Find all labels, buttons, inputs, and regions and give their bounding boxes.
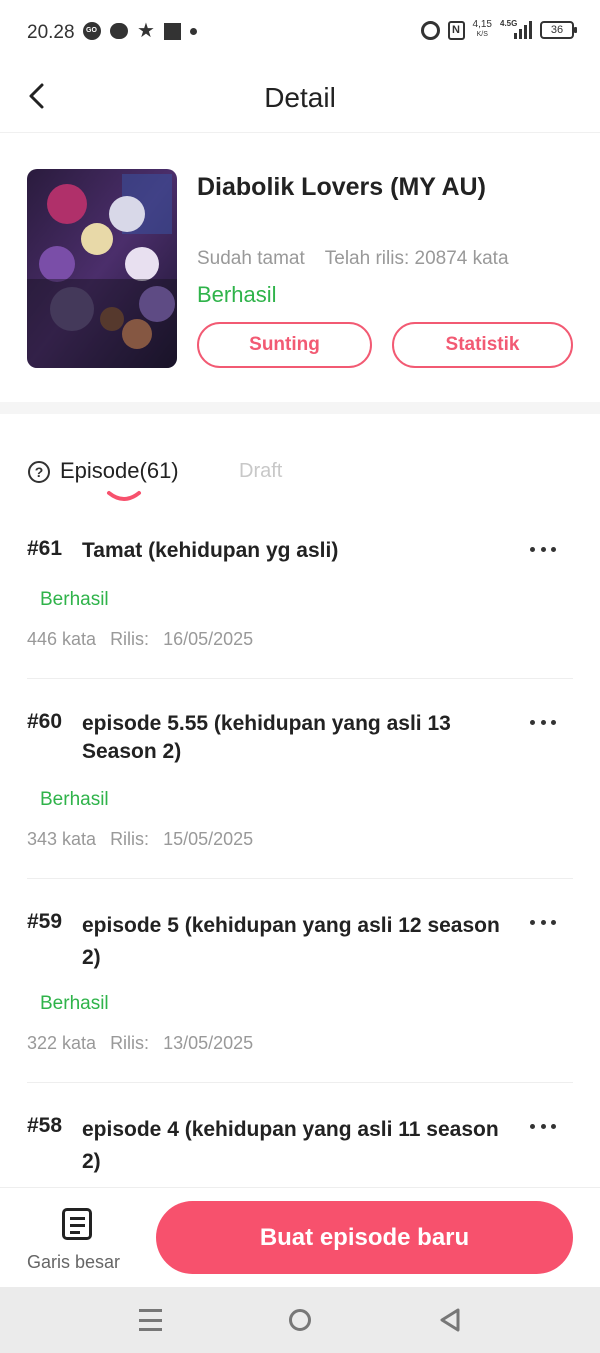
new-episode-button[interactable]: Buat episode baru: [156, 1201, 573, 1274]
tab-episode[interactable]: Episode(61): [60, 458, 179, 484]
episode-release-label: Rilis:: [110, 1033, 150, 1053]
episode-meta: 343 kata Rilis: 15/05/2025: [27, 829, 253, 850]
episode-item[interactable]: #59 episode 5 (kehidupan yang asli 12 se…: [27, 910, 573, 1083]
more-options-icon[interactable]: [530, 912, 556, 932]
signal-icon: 4.5G: [500, 19, 532, 39]
nfc-icon: N: [447, 20, 465, 40]
episode-number: #58: [27, 1114, 63, 1137]
outline-icon[interactable]: [62, 1208, 92, 1240]
book-cover-image[interactable]: [27, 169, 177, 368]
tab-active-indicator: [107, 491, 141, 501]
section-divider: [0, 402, 600, 414]
status-bar: 20.28 GO ★ N 4,15 K/S 4.5G 36: [0, 0, 600, 64]
release-word-count: Telah rilis: 20874 kata: [324, 248, 509, 269]
dot-icon: [189, 27, 197, 35]
episode-number: #61: [27, 537, 63, 560]
episode-title: episode 5 (kehidupan yang asli 12 season…: [82, 914, 500, 969]
help-icon[interactable]: ?: [28, 461, 50, 483]
menu-icon[interactable]: [139, 1309, 162, 1331]
episode-status: Berhasil: [40, 589, 109, 610]
statistics-button[interactable]: Statistik: [392, 322, 573, 368]
star-icon: ★: [137, 20, 155, 42]
episode-release-label: Rilis:: [110, 829, 150, 849]
book-title: Diabolik Lovers (MY AU): [197, 173, 486, 201]
episode-release-date: 15/05/2025: [163, 829, 254, 849]
alarm-icon: [420, 20, 440, 40]
tab-draft[interactable]: Draft: [239, 460, 282, 483]
bottom-action-bar: Garis besar Buat episode baru: [0, 1187, 600, 1287]
completion-status: Sudah tamat: [197, 248, 305, 269]
home-icon[interactable]: [289, 1309, 311, 1331]
status-time: 20.28: [27, 22, 75, 43]
edit-button[interactable]: Sunting: [197, 322, 372, 368]
episode-status: Berhasil: [40, 789, 109, 810]
system-icons: N 4,15 K/S 4.5G 36: [420, 19, 577, 40]
book-meta: Sudah tamat Telah rilis: 20874 kata: [197, 248, 509, 270]
episode-number: #59: [27, 910, 63, 933]
more-options-icon[interactable]: [530, 712, 556, 732]
episode-release-date: 16/05/2025: [163, 629, 254, 649]
battery-icon: 36: [540, 21, 577, 39]
episode-title: episode 4 (kehidupan yang asli 11 season…: [82, 1118, 499, 1173]
episode-word-count: 343 kata: [27, 829, 97, 849]
more-options-icon[interactable]: [530, 539, 556, 559]
gojek-icon: GO: [83, 22, 101, 40]
square-icon: [163, 22, 181, 40]
book-status: Berhasil: [197, 282, 277, 307]
episode-status: Berhasil: [40, 993, 109, 1014]
episode-meta: 322 kata Rilis: 13/05/2025: [27, 1033, 253, 1054]
chat-icon: [110, 23, 128, 39]
episode-word-count: 446 kata: [27, 629, 97, 649]
app-header: Detail: [0, 64, 600, 133]
system-nav-bar: [0, 1287, 600, 1353]
episode-meta: 446 kata Rilis: 16/05/2025: [27, 629, 253, 650]
outline-label[interactable]: Garis besar: [27, 1252, 120, 1273]
episode-item[interactable]: #61 Tamat (kehidupan yg asli) Berhasil 4…: [27, 537, 573, 679]
episode-release-date: 13/05/2025: [163, 1033, 254, 1053]
back-triangle-icon[interactable]: [438, 1307, 462, 1333]
episode-word-count: 322 kata: [27, 1033, 97, 1053]
episode-item[interactable]: #60 episode 5.55 (kehidupan yang asli 13…: [27, 710, 573, 879]
more-options-icon[interactable]: [530, 1116, 556, 1136]
net-speed: 4,15 K/S: [472, 19, 492, 39]
episode-release-label: Rilis:: [110, 629, 150, 649]
episode-number: #60: [27, 710, 63, 733]
episode-title: episode 5.55 (kehidupan yang asli 13 Sea…: [82, 712, 451, 763]
page-title: Detail: [264, 82, 336, 113]
episode-item[interactable]: #58 episode 4 (kehidupan yang asli 11 se…: [27, 1114, 573, 1187]
episode-title: Tamat (kehidupan yg asli): [82, 539, 339, 562]
notification-icons: GO ★: [83, 20, 197, 42]
